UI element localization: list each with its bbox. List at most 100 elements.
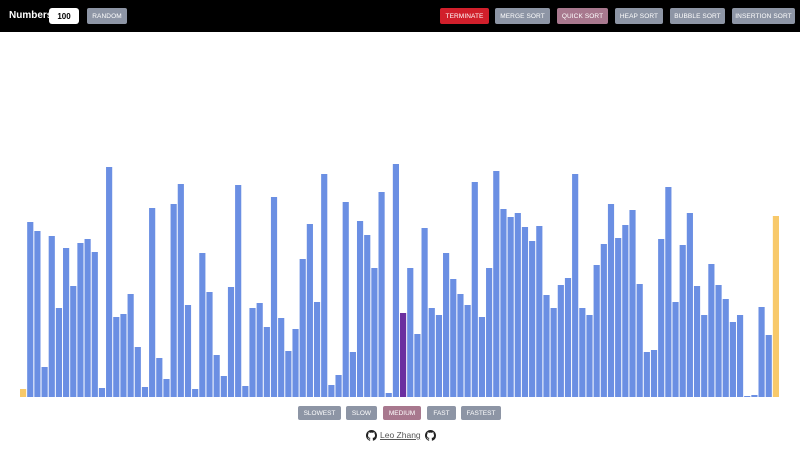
array-bar: [572, 174, 579, 397]
array-bar: [486, 268, 493, 397]
bubble-sort-button[interactable]: BUBBLE SORT: [670, 8, 725, 24]
array-bar: [306, 224, 313, 397]
array-bar: [536, 226, 543, 397]
array-bar: [457, 294, 464, 397]
array-bar: [392, 164, 399, 397]
merge-sort-button[interactable]: MERGE SORT: [495, 8, 550, 24]
array-bar: [679, 245, 686, 397]
array-bar: [414, 334, 421, 397]
array-bar: [650, 350, 658, 397]
github-icon-right[interactable]: [425, 430, 436, 441]
sort-bars-chart: [20, 164, 779, 397]
quick-sort-button[interactable]: QUICK SORT: [557, 8, 608, 24]
speed-fastest-button[interactable]: FASTEST: [461, 406, 501, 420]
array-bar: [184, 305, 192, 397]
array-bar: [758, 307, 765, 397]
array-bar: [48, 236, 55, 397]
array-bar: [521, 227, 529, 397]
array-bar: [564, 278, 572, 397]
array-bar: [356, 221, 364, 397]
array-bar: [400, 313, 407, 397]
array-bar: [615, 238, 622, 397]
array-bar: [643, 352, 650, 397]
array-bar: [693, 286, 701, 397]
array-bar: [736, 315, 744, 397]
array-bar: [593, 265, 600, 397]
array-bar: [41, 367, 48, 397]
array-bar: [63, 248, 70, 397]
heap-sort-button[interactable]: HEAP SORT: [615, 8, 663, 24]
array-bar: [579, 308, 586, 397]
array-bar: [686, 213, 693, 397]
speed-slow-button[interactable]: SLOW: [346, 406, 377, 420]
array-bar: [299, 259, 306, 397]
array-bar: [227, 287, 235, 397]
array-bar: [127, 294, 134, 397]
author-link[interactable]: Leo Zhang: [380, 430, 421, 440]
array-bar: [622, 225, 629, 397]
array-bar: [220, 376, 227, 397]
speed-controls: SLOWEST SLOW MEDIUM FAST FASTEST: [0, 406, 800, 420]
array-bar: [450, 279, 457, 397]
array-bar: [514, 213, 521, 397]
top-toolbar: Numbers: RANDOM TERMINATE MERGE SORT QUI…: [0, 0, 800, 32]
array-bar: [751, 395, 758, 397]
array-bar: [500, 209, 507, 397]
array-bar: [658, 239, 665, 397]
terminate-button[interactable]: TERMINATE: [440, 8, 489, 24]
array-bar: [292, 329, 299, 397]
array-bar: [600, 244, 607, 397]
array-bar: [113, 317, 120, 397]
array-bar: [242, 386, 249, 397]
array-bar: [55, 308, 63, 397]
array-bar: [91, 252, 98, 397]
array-bar: [378, 192, 385, 397]
array-bar: [672, 302, 679, 397]
footer: Leo Zhang: [0, 430, 800, 442]
array-bar: [507, 217, 514, 397]
insertion-sort-button[interactable]: INSERTION SORT: [732, 8, 795, 24]
array-bar: [84, 239, 91, 397]
speed-medium-button[interactable]: MEDIUM: [383, 406, 421, 420]
array-bar: [156, 358, 163, 397]
array-bar: [665, 187, 672, 397]
array-bar: [701, 315, 708, 397]
speed-slowest-button[interactable]: SLOWEST: [298, 406, 341, 420]
array-bar: [543, 295, 550, 397]
array-bar: [407, 268, 414, 397]
speed-fast-button[interactable]: FAST: [427, 406, 456, 420]
array-bar: [235, 185, 242, 397]
array-bar: [321, 174, 328, 397]
array-bar: [744, 396, 751, 397]
array-bar: [256, 303, 263, 397]
array-bar: [70, 286, 77, 397]
random-button[interactable]: RANDOM: [87, 8, 127, 24]
array-bar: [20, 389, 27, 397]
array-bar: [765, 335, 772, 397]
array-bar: [149, 208, 156, 397]
array-bar: [371, 268, 378, 397]
array-bar: [478, 317, 486, 397]
array-bar: [435, 315, 443, 397]
array-bar: [629, 210, 636, 397]
array-bar: [134, 347, 141, 397]
array-bar: [335, 375, 342, 397]
array-bar: [213, 355, 220, 397]
array-bar: [550, 308, 557, 397]
array-bar: [34, 231, 41, 397]
github-icon[interactable]: [366, 430, 377, 441]
array-bar: [349, 352, 356, 397]
array-bar: [98, 388, 106, 397]
array-bar: [342, 202, 349, 397]
array-bar: [471, 182, 478, 397]
array-bar: [428, 308, 435, 397]
array-bar: [120, 314, 127, 397]
array-bar: [421, 228, 428, 397]
array-bar: [285, 351, 292, 397]
array-bar: [270, 197, 278, 397]
array-bar: [206, 292, 213, 397]
array-bar: [106, 167, 113, 397]
numbers-input[interactable]: [49, 8, 79, 24]
array-bar: [772, 216, 779, 397]
array-bar: [586, 315, 593, 397]
